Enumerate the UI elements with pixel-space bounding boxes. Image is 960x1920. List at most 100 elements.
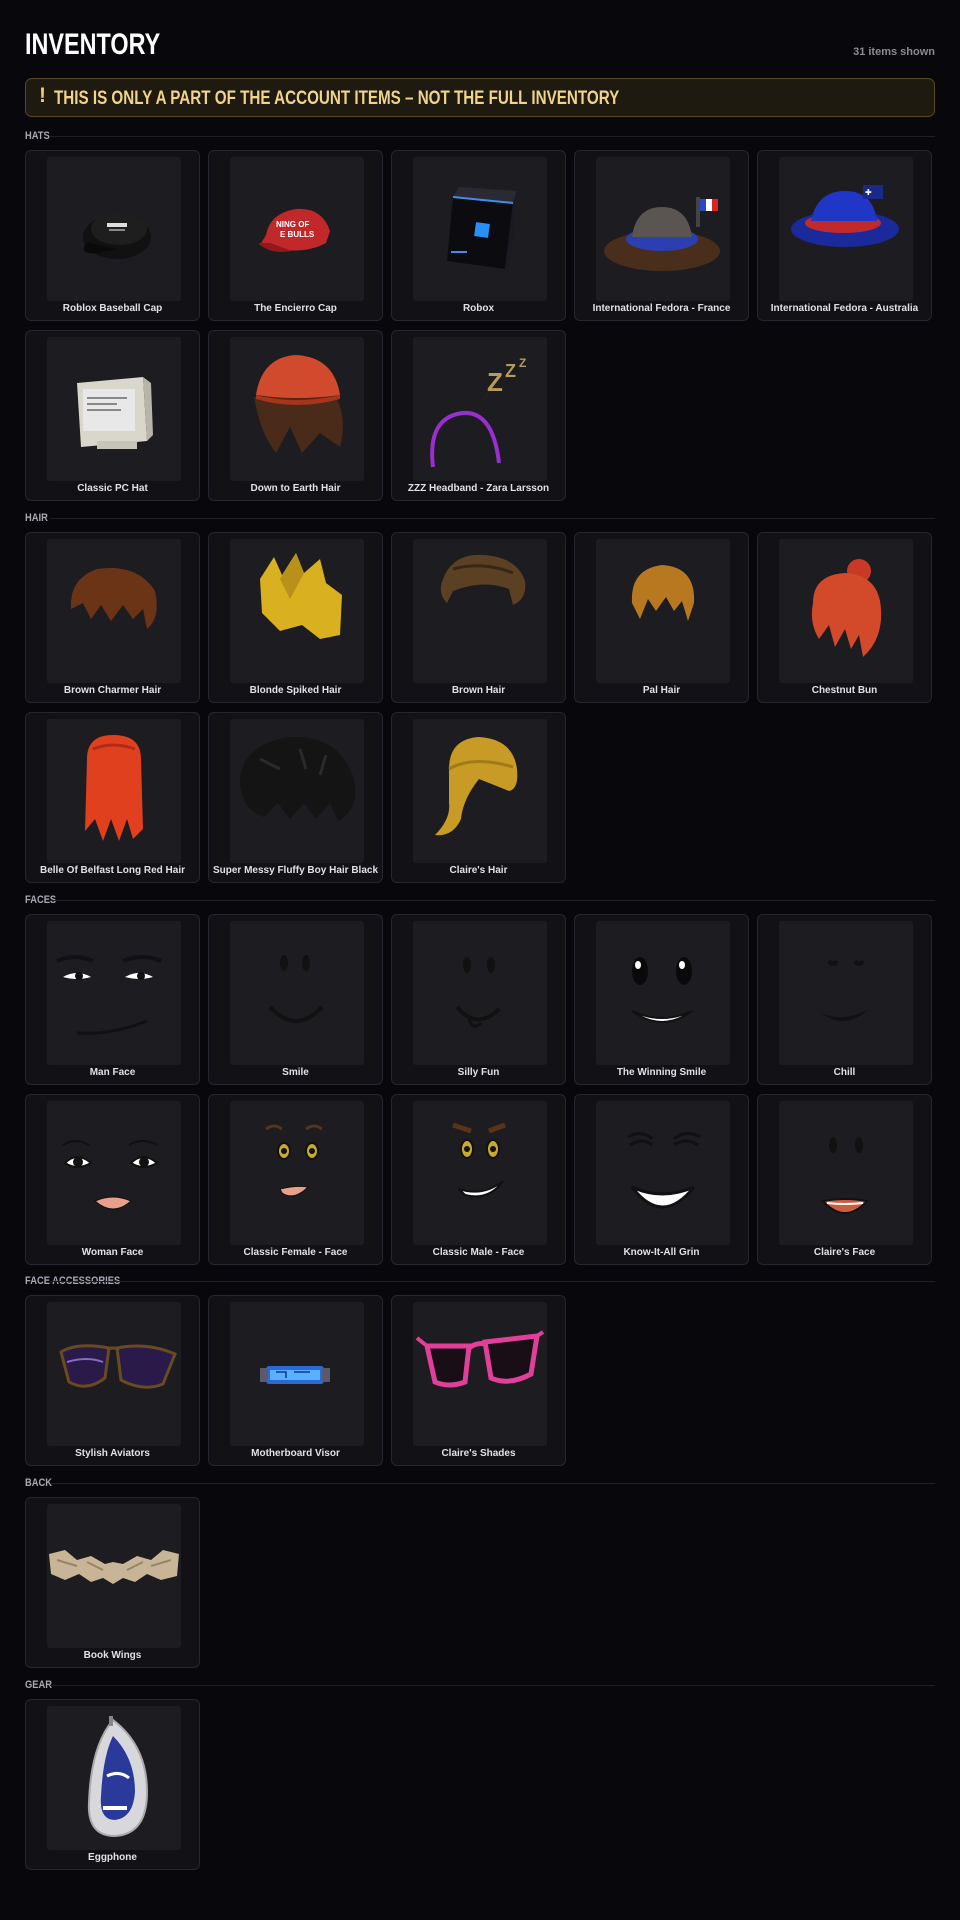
item-card-classic-female-face[interactable]: Classic Female - Face [208, 1094, 383, 1265]
item-card-brown-charmer-hair[interactable]: Brown Charmer Hair [25, 532, 200, 703]
red-cap-icon: NING OF E BULLS [230, 157, 364, 301]
item-name: Blonde Spiked Hair [249, 685, 342, 696]
item-name: Claire's Shades [441, 1448, 516, 1459]
item-card-eggphone[interactable]: Eggphone [25, 1699, 200, 1870]
item-name: Classic PC Hat [77, 483, 148, 494]
header: INVENTORY 31 items shown [25, 24, 935, 64]
item-card-the-winning-smile[interactable]: The Winning Smile [574, 914, 749, 1085]
item-name: Brown Charmer Hair [63, 685, 162, 696]
svg-text:Z: Z [519, 356, 526, 370]
section-divider [50, 518, 935, 519]
item-name: Classic Male - Face [432, 1247, 525, 1258]
svg-text:✚: ✚ [865, 188, 872, 197]
down-to-earth-hair-icon [230, 337, 364, 481]
item-card-man-face[interactable]: Man Face [25, 914, 200, 1085]
item-card-down-to-earth-hair[interactable]: Down to Earth Hair [208, 330, 383, 501]
item-name: Chestnut Bun [811, 685, 878, 696]
item-name: Motherboard Visor [251, 1448, 340, 1459]
warning-text: THIS IS ONLY A PART OF THE ACCOUNT ITEMS… [54, 88, 620, 109]
item-card-motherboard-visor[interactable]: Motherboard Visor [208, 1295, 383, 1466]
section-divider [50, 136, 935, 137]
item-card-claires-hair[interactable]: Claire's Hair [391, 712, 566, 883]
svg-text:Z: Z [505, 361, 516, 381]
item-card-roblox-baseball-cap[interactable]: Roblox Baseball Cap [25, 150, 200, 321]
item-name: Book Wings [83, 1650, 142, 1661]
warning-banner: ! THIS IS ONLY A PART OF THE ACCOUNT ITE… [25, 78, 935, 117]
section-divider [50, 1685, 935, 1686]
section-label-hair: HAIR [25, 512, 48, 524]
item-card-belle-of-belfast-long-red-hair[interactable]: Belle Of Belfast Long Red Hair [25, 712, 200, 883]
aviators-icon [47, 1302, 181, 1446]
book-wings-icon [47, 1504, 181, 1648]
item-card-international-fedora-australia[interactable]: ✚ International Fedora - Australia [757, 150, 932, 321]
fedora-australia-icon: ✚ [779, 157, 913, 301]
item-name: Claire's Hair [449, 865, 508, 876]
motherboard-visor-icon [230, 1302, 364, 1446]
item-name: International Fedora - France [592, 303, 731, 314]
smile-face-icon [230, 921, 364, 1065]
man-face-icon [47, 921, 181, 1065]
brown-hair-icon [413, 539, 547, 683]
item-name: The Winning Smile [616, 1067, 707, 1078]
chestnut-bun-icon [779, 539, 913, 683]
item-card-book-wings[interactable]: Book Wings [25, 1497, 200, 1668]
item-name: Smile [282, 1067, 309, 1078]
item-name: Roblox Baseball Cap [62, 303, 163, 314]
item-card-smile[interactable]: Smile [208, 914, 383, 1085]
svg-text:Z: Z [487, 367, 503, 397]
item-card-robox[interactable]: Robox [391, 150, 566, 321]
item-name: Chill [833, 1067, 856, 1078]
item-card-pal-hair[interactable]: Pal Hair [574, 532, 749, 703]
item-card-zzz-headband-zara-larsson[interactable]: ZZZ ZZZ Headband - Zara Larsson [391, 330, 566, 501]
item-card-international-fedora-france[interactable]: International Fedora - France [574, 150, 749, 321]
chill-face-icon [779, 921, 913, 1065]
item-card-know-it-all-grin[interactable]: Know-It-All Grin [574, 1094, 749, 1265]
item-name: Brown Hair [451, 685, 506, 696]
section-divider [50, 1281, 935, 1282]
svg-text:E BULLS: E BULLS [280, 230, 315, 239]
section-divider [50, 900, 935, 901]
winning-smile-face-icon [596, 921, 730, 1065]
section-label-back: BACK [25, 1477, 53, 1489]
item-card-classic-pc-hat[interactable]: Classic PC Hat [25, 330, 200, 501]
item-name: Eggphone [88, 1852, 137, 1863]
item-name: Woman Face [81, 1247, 144, 1258]
pink-shades-icon [413, 1302, 547, 1446]
inventory-page: INVENTORY 31 items shown ! THIS IS ONLY … [0, 0, 960, 1920]
item-card-blonde-spiked-hair[interactable]: Blonde Spiked Hair [208, 532, 383, 703]
item-name: ZZZ Headband - Zara Larsson [407, 483, 550, 494]
blonde-spiked-hair-icon [230, 539, 364, 683]
item-name: The Encierro Cap [254, 303, 337, 314]
classic-female-face-icon [230, 1101, 364, 1245]
item-card-silly-fun[interactable]: Silly Fun [391, 914, 566, 1085]
item-card-the-encierro-cap[interactable]: NING OF E BULLS The Encierro Cap [208, 150, 383, 321]
messy-black-hair-icon [230, 719, 364, 863]
item-name: Super Messy Fluffy Boy Hair Black [212, 865, 379, 876]
item-name: Silly Fun [457, 1067, 500, 1078]
item-card-brown-hair[interactable]: Brown Hair [391, 532, 566, 703]
item-card-stylish-aviators[interactable]: Stylish Aviators [25, 1295, 200, 1466]
fedora-france-icon [596, 157, 730, 301]
item-name: Robox [462, 303, 495, 314]
item-card-woman-face[interactable]: Woman Face [25, 1094, 200, 1265]
item-card-super-messy-fluffy-boy-hair-black[interactable]: Super Messy Fluffy Boy Hair Black [208, 712, 383, 883]
claires-hair-icon [413, 719, 547, 863]
item-name: Down to Earth Hair [250, 483, 341, 494]
classic-male-face-icon [413, 1101, 547, 1245]
item-name: Claire's Face [813, 1247, 876, 1258]
item-name: Belle Of Belfast Long Red Hair [39, 865, 186, 876]
baseball-cap-icon [47, 157, 181, 301]
section-label-gear: GEAR [25, 1679, 53, 1691]
page-title: INVENTORY [25, 28, 161, 61]
pc-hat-icon [47, 337, 181, 481]
robox-icon [413, 157, 547, 301]
claires-face-icon [779, 1101, 913, 1245]
brown-charmer-hair-icon [47, 539, 181, 683]
item-card-chestnut-bun[interactable]: Chestnut Bun [757, 532, 932, 703]
item-card-claires-shades[interactable]: Claire's Shades [391, 1295, 566, 1466]
item-card-chill[interactable]: Chill [757, 914, 932, 1085]
item-name: Classic Female - Face [243, 1247, 348, 1258]
item-card-classic-male-face[interactable]: Classic Male - Face [391, 1094, 566, 1265]
item-card-claires-face[interactable]: Claire's Face [757, 1094, 932, 1265]
item-name: International Fedora - Australia [770, 303, 919, 314]
